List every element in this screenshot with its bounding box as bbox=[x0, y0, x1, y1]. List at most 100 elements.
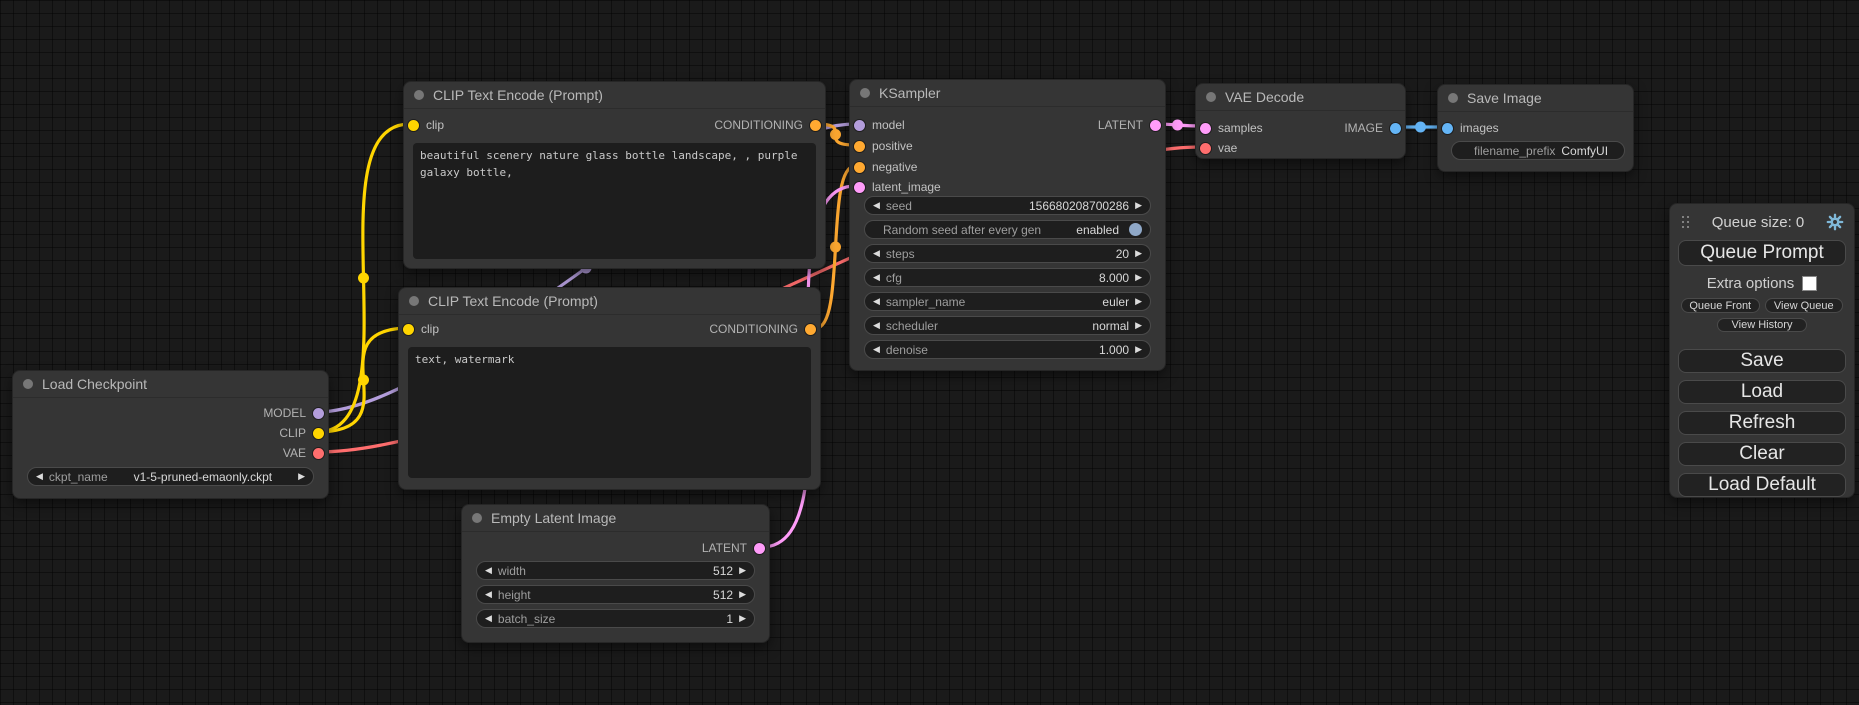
batch-size-widget[interactable]: ◀ batch_size 1 ▶ bbox=[476, 609, 755, 628]
vae-port-dot[interactable] bbox=[1200, 143, 1211, 154]
collapse-dot[interactable] bbox=[1206, 92, 1216, 102]
sampler-name-widget[interactable]: ◀ sampler_name euler ▶ bbox=[864, 292, 1151, 311]
view-queue-button[interactable]: View Queue bbox=[1765, 298, 1844, 313]
node-titlebar[interactable]: CLIP Text Encode (Prompt) bbox=[404, 82, 825, 109]
queue-front-button[interactable]: Queue Front bbox=[1681, 298, 1760, 313]
decrement-arrow[interactable]: ◀ bbox=[485, 566, 492, 575]
input-vae[interactable]: vae bbox=[1200, 138, 1237, 158]
output-model[interactable]: MODEL bbox=[263, 403, 324, 423]
ckpt-name-widget[interactable]: ◀ ckpt_name v1-5-pruned-emaonly.ckpt ▶ bbox=[27, 467, 314, 486]
input-model[interactable]: model bbox=[854, 115, 905, 135]
latent-port-dot[interactable] bbox=[754, 543, 765, 554]
collapse-dot[interactable] bbox=[414, 90, 424, 100]
decrement-arrow[interactable]: ◀ bbox=[873, 273, 880, 282]
decrement-arrow[interactable]: ◀ bbox=[485, 590, 492, 599]
increment-arrow[interactable]: ▶ bbox=[1135, 249, 1142, 258]
queue-prompt-button[interactable]: Queue Prompt bbox=[1678, 240, 1846, 266]
image-port-dot[interactable] bbox=[1442, 123, 1453, 134]
conditioning-port-dot[interactable] bbox=[810, 120, 821, 131]
node-clip-text-encode-negative[interactable]: CLIP Text Encode (Prompt) clip CONDITION… bbox=[398, 287, 821, 490]
node-titlebar[interactable]: CLIP Text Encode (Prompt) bbox=[399, 288, 820, 315]
increment-arrow[interactable]: ▶ bbox=[739, 590, 746, 599]
scheduler-widget[interactable]: ◀ scheduler normal ▶ bbox=[864, 316, 1151, 335]
positive-prompt-textarea[interactable]: beautiful scenery nature glass bottle la… bbox=[413, 143, 816, 259]
denoise-widget[interactable]: ◀ denoise 1.000 ▶ bbox=[864, 340, 1151, 359]
output-latent[interactable]: LATENT bbox=[1098, 115, 1161, 135]
image-port-dot[interactable] bbox=[1390, 123, 1401, 134]
collapse-dot[interactable] bbox=[860, 88, 870, 98]
increment-arrow[interactable]: ▶ bbox=[1135, 345, 1142, 354]
decrement-arrow[interactable]: ◀ bbox=[36, 472, 43, 481]
output-conditioning[interactable]: CONDITIONING bbox=[709, 319, 816, 339]
random-seed-widget[interactable]: Random seed after every gen enabled bbox=[864, 220, 1151, 239]
increment-arrow[interactable]: ▶ bbox=[739, 614, 746, 623]
decrement-arrow[interactable]: ◀ bbox=[873, 249, 880, 258]
increment-arrow[interactable]: ▶ bbox=[1135, 201, 1142, 210]
input-positive[interactable]: positive bbox=[854, 136, 913, 156]
clip-port-dot[interactable] bbox=[408, 120, 419, 131]
collapse-dot[interactable] bbox=[472, 513, 482, 523]
width-widget[interactable]: ◀ width 512 ▶ bbox=[476, 561, 755, 580]
increment-arrow[interactable]: ▶ bbox=[1135, 321, 1142, 330]
latent-port-dot[interactable] bbox=[854, 182, 865, 193]
conditioning-port-dot[interactable] bbox=[854, 162, 865, 173]
output-conditioning[interactable]: CONDITIONING bbox=[714, 115, 821, 135]
decrement-arrow[interactable]: ◀ bbox=[873, 345, 880, 354]
node-clip-text-encode-positive[interactable]: CLIP Text Encode (Prompt) clip CONDITION… bbox=[403, 81, 826, 269]
node-titlebar[interactable]: Empty Latent Image bbox=[462, 505, 769, 532]
increment-arrow[interactable]: ▶ bbox=[1135, 273, 1142, 282]
cfg-widget[interactable]: ◀ cfg 8.000 ▶ bbox=[864, 268, 1151, 287]
clip-port-dot[interactable] bbox=[403, 324, 414, 335]
input-clip[interactable]: clip bbox=[403, 319, 439, 339]
latent-port-dot[interactable] bbox=[1200, 123, 1211, 134]
settings-gear-icon[interactable] bbox=[1826, 213, 1844, 231]
decrement-arrow[interactable]: ◀ bbox=[873, 201, 880, 210]
input-images[interactable]: images bbox=[1442, 118, 1499, 138]
clip-port-dot[interactable] bbox=[313, 428, 324, 439]
increment-arrow[interactable]: ▶ bbox=[298, 472, 305, 481]
node-empty-latent-image[interactable]: Empty Latent Image LATENT ◀ width 512 ▶ … bbox=[461, 504, 770, 643]
node-load-checkpoint[interactable]: Load Checkpoint MODEL CLIP VAE ◀ ckpt_na… bbox=[12, 370, 329, 499]
latent-port-dot[interactable] bbox=[1150, 120, 1161, 131]
input-latent-image[interactable]: latent_image bbox=[854, 177, 941, 197]
node-save-image[interactable]: Save Image images filename_prefix ComfyU… bbox=[1437, 84, 1634, 172]
collapse-dot[interactable] bbox=[23, 379, 33, 389]
collapse-dot[interactable] bbox=[1448, 93, 1458, 103]
drag-handle-icon[interactable] bbox=[1682, 216, 1690, 229]
output-image[interactable]: IMAGE bbox=[1344, 118, 1401, 138]
random-seed-toggle[interactable] bbox=[1129, 223, 1142, 236]
view-history-button[interactable]: View History bbox=[1717, 318, 1807, 332]
node-titlebar[interactable]: VAE Decode bbox=[1196, 84, 1405, 111]
load-default-button[interactable]: Load Default bbox=[1678, 473, 1846, 497]
steps-widget[interactable]: ◀ steps 20 ▶ bbox=[864, 244, 1151, 263]
output-vae[interactable]: VAE bbox=[283, 443, 324, 463]
node-titlebar[interactable]: Save Image bbox=[1438, 85, 1633, 112]
vae-port-dot[interactable] bbox=[313, 448, 324, 459]
node-titlebar[interactable]: KSampler bbox=[850, 80, 1165, 107]
input-negative[interactable]: negative bbox=[854, 157, 917, 177]
output-latent[interactable]: LATENT bbox=[702, 538, 765, 558]
height-widget[interactable]: ◀ height 512 ▶ bbox=[476, 585, 755, 604]
node-graph-canvas[interactable]: Load Checkpoint MODEL CLIP VAE ◀ ckpt_na… bbox=[0, 0, 1859, 705]
input-clip[interactable]: clip bbox=[408, 115, 444, 135]
model-port-dot[interactable] bbox=[854, 120, 865, 131]
output-clip[interactable]: CLIP bbox=[279, 423, 324, 443]
increment-arrow[interactable]: ▶ bbox=[739, 566, 746, 575]
decrement-arrow[interactable]: ◀ bbox=[873, 297, 880, 306]
seed-widget[interactable]: ◀ seed 156680208700286 ▶ bbox=[864, 196, 1151, 215]
node-ksampler[interactable]: KSampler model LATENT positive negative … bbox=[849, 79, 1166, 371]
negative-prompt-textarea[interactable]: text, watermark bbox=[408, 347, 811, 478]
save-button[interactable]: Save bbox=[1678, 349, 1846, 373]
clear-button[interactable]: Clear bbox=[1678, 442, 1846, 466]
conditioning-port-dot[interactable] bbox=[805, 324, 816, 335]
node-vae-decode[interactable]: VAE Decode samples IMAGE vae bbox=[1195, 83, 1406, 159]
refresh-button[interactable]: Refresh bbox=[1678, 411, 1846, 435]
conditioning-port-dot[interactable] bbox=[854, 141, 865, 152]
decrement-arrow[interactable]: ◀ bbox=[873, 321, 880, 330]
load-button[interactable]: Load bbox=[1678, 380, 1846, 404]
model-port-dot[interactable] bbox=[313, 408, 324, 419]
increment-arrow[interactable]: ▶ bbox=[1135, 297, 1142, 306]
node-titlebar[interactable]: Load Checkpoint bbox=[13, 371, 328, 398]
decrement-arrow[interactable]: ◀ bbox=[485, 614, 492, 623]
input-samples[interactable]: samples bbox=[1200, 118, 1263, 138]
